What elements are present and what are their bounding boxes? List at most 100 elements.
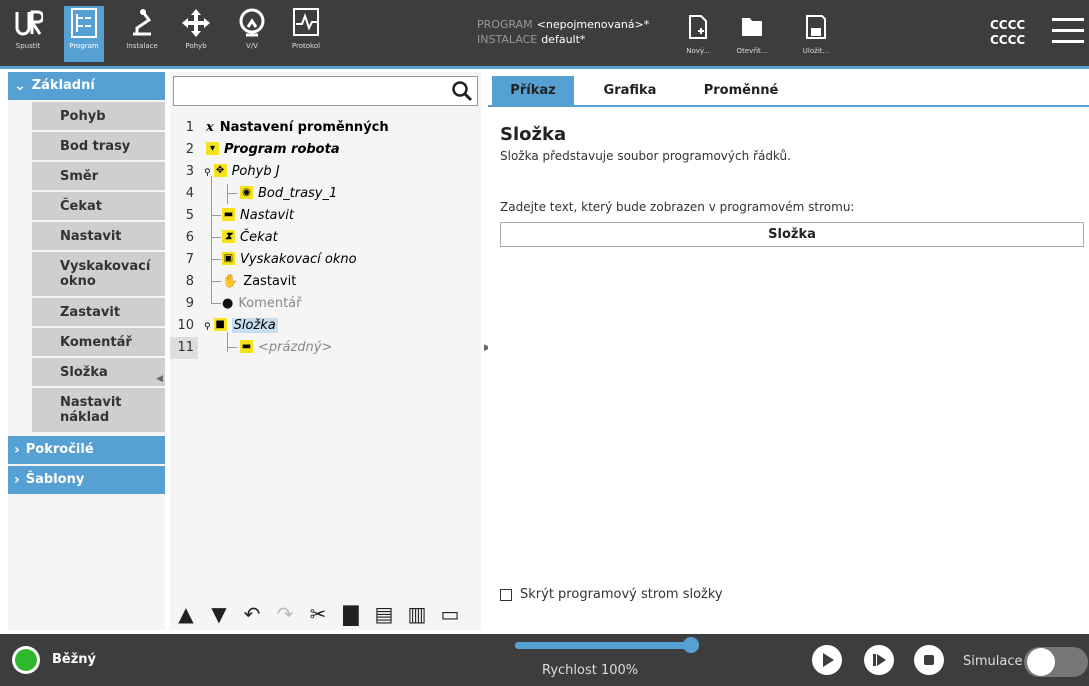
- line-number: 8: [185, 274, 194, 289]
- empty-node-icon: ▬: [240, 340, 253, 353]
- tree-toolbar: ▲ ▼ ↶ ↷ ✂ ▇ ▤ ▥ ▭: [170, 598, 481, 630]
- line-number: 3: [185, 164, 194, 179]
- redo-icon[interactable]: ↷: [271, 602, 299, 626]
- hide-tree-checkbox[interactable]: Skrýt programový strom složky: [500, 587, 723, 602]
- nav-installation[interactable]: Instalace: [122, 6, 162, 62]
- nav-log[interactable]: Protokol: [286, 6, 326, 62]
- palette-item-waypoint[interactable]: Bod trasy: [32, 132, 165, 162]
- category-basic[interactable]: ⌄ Základní: [8, 72, 165, 100]
- nav-program[interactable]: Program: [64, 6, 104, 62]
- open-button[interactable]: Otevřít...: [732, 14, 772, 55]
- search-icon[interactable]: [451, 80, 473, 102]
- save-button[interactable]: Uložit...: [796, 14, 836, 55]
- line-number: 7: [185, 252, 194, 267]
- tab-command[interactable]: Příkaz: [492, 76, 574, 105]
- io-icon: [239, 8, 265, 37]
- folder-node-icon: ■: [213, 318, 227, 331]
- speed-slider[interactable]: [515, 637, 699, 653]
- move-down-icon[interactable]: ▼: [205, 602, 233, 626]
- stop-icon: [924, 655, 934, 665]
- speed-slider-thumb[interactable]: [683, 637, 699, 653]
- line-number: 4: [185, 186, 194, 201]
- tree-row-selected[interactable]: 10 ⚲ ■ Složka: [170, 315, 481, 337]
- delete-icon[interactable]: ▥: [403, 602, 431, 626]
- tree-row-label: Bod_trasy_1: [258, 186, 338, 201]
- collapse-left-icon[interactable]: ◀: [156, 374, 163, 384]
- nav-move[interactable]: Pohyb: [176, 6, 216, 62]
- palette-item-set-payload[interactable]: Nastavit náklad: [32, 388, 165, 434]
- undo-icon[interactable]: ↶: [238, 602, 266, 626]
- paste-icon[interactable]: ▤: [370, 602, 398, 626]
- nav-installation-label: Instalace: [126, 42, 158, 50]
- new-button[interactable]: Nový...: [678, 14, 718, 55]
- move-icon: [182, 9, 210, 37]
- tree-row-label: Program robota: [224, 142, 340, 157]
- play-icon: [823, 653, 834, 667]
- move-node-icon: ✥: [213, 164, 227, 177]
- simulation-toggle[interactable]: [1024, 647, 1088, 677]
- palette-item-direction[interactable]: Směr: [32, 162, 165, 192]
- cut-icon[interactable]: ✂: [304, 602, 332, 626]
- set-node-icon: ▬: [222, 208, 235, 221]
- palette-item-halt[interactable]: Zastavit: [32, 298, 165, 328]
- tree-row[interactable]: 9 ● Komentář: [170, 293, 481, 315]
- move-up-icon[interactable]: ▲: [172, 602, 200, 626]
- folder-icon: [742, 18, 762, 36]
- palette-item-wait[interactable]: Čekat: [32, 192, 165, 222]
- toggle-knob: [1027, 648, 1055, 676]
- step-button[interactable]: [864, 645, 894, 675]
- checkbox-box[interactable]: [500, 588, 512, 601]
- copy-icon[interactable]: ▇: [337, 602, 365, 626]
- palette-item-comment[interactable]: Komentář: [32, 328, 165, 358]
- search-input[interactable]: [173, 76, 478, 106]
- suppress-icon[interactable]: ▭: [436, 602, 464, 626]
- chevron-right-icon: ›: [14, 472, 20, 488]
- speed-slider-fill: [515, 642, 691, 649]
- open-button-label: Otevřít...: [736, 47, 768, 55]
- tree-row[interactable]: 8 ✋ Zastavit: [170, 271, 481, 293]
- category-templates[interactable]: › Šablony: [8, 466, 165, 494]
- page-description: Složka představuje soubor programových ř…: [500, 149, 791, 163]
- nav-io[interactable]: V/V: [232, 6, 272, 62]
- nav-run[interactable]: Spustit: [8, 6, 48, 62]
- tree-row[interactable]: 5 ▬ Nastavit: [170, 205, 481, 227]
- program-tree-pane: 1 x Nastavení proměnných 2 ▾ Program robot…: [170, 72, 481, 630]
- step-icon: [873, 654, 886, 666]
- folder-name-input[interactable]: Složka: [500, 222, 1084, 247]
- variables-icon: x: [206, 120, 214, 135]
- user-line-1: CCCC: [990, 18, 1026, 32]
- expand-pin-icon[interactable]: ⚲: [204, 322, 211, 332]
- tree-row-label: Nastavení proměnných: [219, 120, 389, 135]
- palette-item-popup[interactable]: Vyskakovací okno: [32, 252, 165, 298]
- bottom-bar: Běžný Rychlost 100% Simulace: [0, 634, 1089, 686]
- chevron-down-icon: ⌄: [14, 78, 26, 94]
- play-button[interactable]: [812, 645, 842, 675]
- status-label: Běžný: [52, 652, 97, 667]
- simulation-label: Simulace: [963, 654, 1023, 669]
- installation-name: default*: [541, 33, 586, 46]
- palette-item-set[interactable]: Nastavit: [32, 222, 165, 252]
- tree-row[interactable]: 2 ▾ Program robota: [170, 139, 481, 161]
- status-indicator-icon[interactable]: [12, 646, 40, 674]
- hamburger-menu-icon[interactable]: [1052, 18, 1084, 44]
- tree-row[interactable]: 3 ⚲ ✥ Pohyb J: [170, 161, 481, 183]
- category-advanced[interactable]: › Pokročilé: [8, 436, 165, 464]
- user-display: CCCC CCCC: [990, 18, 1025, 48]
- tab-variables[interactable]: Proměnné: [686, 76, 796, 105]
- stop-button[interactable]: [914, 645, 944, 675]
- tree-row[interactable]: 7 ▣ Vyskakovací okno: [170, 249, 481, 271]
- tab-graphics[interactable]: Grafika: [584, 76, 676, 105]
- top-bar: Spustit Program Instalace Pohyb V/V Prot…: [0, 0, 1089, 66]
- palette-item-move[interactable]: Pohyb: [32, 102, 165, 132]
- nav-io-label: V/V: [246, 42, 258, 50]
- tree-row[interactable]: 1 x Nastavení proměnných: [170, 117, 481, 139]
- tree-row[interactable]: 11 ▬ <prázdný>: [170, 337, 481, 359]
- line-number: 10: [177, 318, 194, 333]
- chevron-right-icon: ›: [14, 442, 20, 458]
- palette-item-folder[interactable]: Složka: [32, 358, 165, 388]
- tree-row[interactable]: 4 ◉ Bod_trasy_1: [170, 183, 481, 205]
- tree-row-label: Pohyb J: [231, 164, 280, 179]
- expand-pin-icon[interactable]: ⚲: [204, 168, 211, 178]
- halt-node-icon: ✋: [222, 274, 239, 289]
- tree-row[interactable]: 6 ⧗ Čekat: [170, 227, 481, 249]
